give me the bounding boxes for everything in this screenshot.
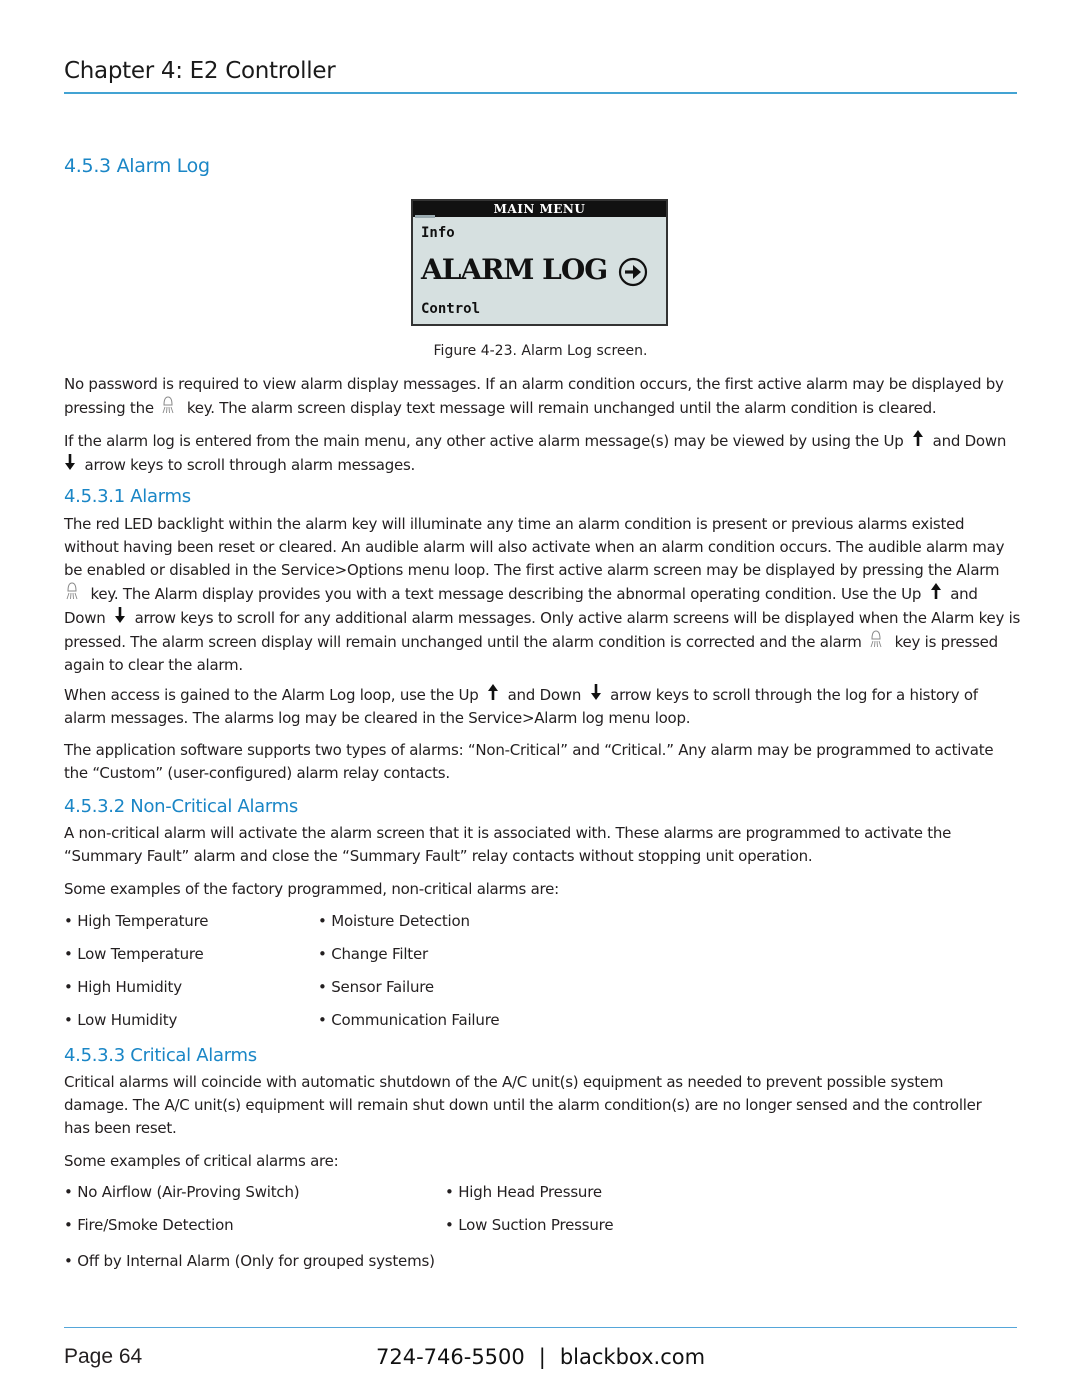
list-item: Sensor Failure <box>318 978 434 996</box>
subsection-title-critical-alarms: 4.5.3.3 Critical Alarms <box>64 1045 257 1066</box>
text-fragment: arrow keys to scroll through the log for… <box>610 686 978 704</box>
alarm-bell-icon <box>66 582 78 600</box>
text-line: Some examples of the factory programmed,… <box>64 880 559 898</box>
text-line: the “Custom” (user-configured) alarm rel… <box>64 764 450 782</box>
alarm-bell-icon <box>870 630 882 648</box>
lcd-scroll-tab <box>415 215 435 218</box>
list-item: Low Temperature <box>64 945 204 963</box>
lcd-menu-title: MAIN MENU <box>413 201 666 217</box>
text-fragment: If the alarm log is entered from the mai… <box>64 432 904 450</box>
phone-number: 724-746-5500 <box>376 1345 525 1369</box>
up-arrow-icon <box>930 583 941 599</box>
separator: | <box>538 1345 546 1369</box>
intro-paragraph-2: If the alarm log is entered from the mai… <box>64 429 1019 477</box>
list-item: Moisture Detection <box>318 912 470 930</box>
text-line: “Summary Fault” alarm and close the “Sum… <box>64 847 813 865</box>
text-line: damage. The A/C unit(s) equipment will r… <box>64 1096 982 1114</box>
lcd-menu-item-info: Info <box>421 225 455 241</box>
down-arrow-icon <box>590 684 601 700</box>
lcd-screen-figure: MAIN MENU Info ALARM LOG Control <box>411 199 668 326</box>
footer-rule <box>64 1327 1017 1328</box>
text-fragment: and Down <box>932 432 1007 450</box>
critical-paragraph-2: Some examples of critical alarms are: <box>64 1150 1019 1173</box>
intro-paragraph-1: No password is required to view alarm di… <box>64 373 1019 420</box>
text-fragment: Down <box>64 609 106 627</box>
list-item: Off by Internal Alarm (Only for grouped … <box>64 1252 435 1270</box>
text-fragment: key. The alarm screen display text messa… <box>186 399 937 417</box>
up-arrow-icon <box>913 430 924 446</box>
text-fragment: key. The Alarm display provides you with… <box>90 585 922 603</box>
text-line: A non-critical alarm will activate the a… <box>64 824 952 842</box>
subsection-title-alarms: 4.5.3.1 Alarms <box>64 486 191 507</box>
list-item: High Temperature <box>64 912 208 930</box>
text-line: without having been reset or cleared. An… <box>64 538 1005 556</box>
alarms-paragraph-3: The application software supports two ty… <box>64 739 1019 785</box>
chapter-title: Chapter 4: E2 Controller <box>64 58 336 84</box>
down-arrow-icon <box>65 454 75 470</box>
list-item: Change Filter <box>318 945 428 963</box>
text-fragment: key is pressed <box>894 633 999 651</box>
down-arrow-icon <box>115 607 126 623</box>
text-fragment: pressed. The alarm screen display will r… <box>64 633 862 651</box>
text-fragment: arrow keys to scroll through alarm messa… <box>84 456 416 474</box>
list-item: Communication Failure <box>318 1011 499 1029</box>
text-fragment: pressing the <box>64 399 154 417</box>
text-line: alarm messages. The alarms log may be cl… <box>64 709 691 727</box>
lcd-menu-item-alarm-log: ALARM LOG <box>421 253 608 286</box>
website-link[interactable]: blackbox.com <box>560 1345 705 1369</box>
figure-caption: Figure 4-23. Alarm Log screen. <box>433 343 648 359</box>
text-fragment: When access is gained to the Alarm Log l… <box>64 686 479 704</box>
list-item: No Airflow (Air-Proving Switch) <box>64 1183 299 1201</box>
manual-page: Chapter 4: E2 Controller 4.5.3 Alarm Log… <box>64 0 1021 1397</box>
text-line: No password is required to view alarm di… <box>64 375 1004 393</box>
text-fragment: and Down <box>507 686 582 704</box>
text-fragment: arrow keys to scroll for any additional … <box>134 609 1021 627</box>
list-item: Low Humidity <box>64 1011 177 1029</box>
alarms-paragraph-1: The red LED backlight within the alarm k… <box>64 513 1021 677</box>
circled-right-arrow-icon <box>618 257 648 287</box>
text-line: Some examples of critical alarms are: <box>64 1152 339 1170</box>
non-critical-paragraph-2: Some examples of the factory programmed,… <box>64 878 1019 901</box>
page-number: Page 64 <box>64 1345 143 1368</box>
alarms-paragraph-2: When access is gained to the Alarm Log l… <box>64 683 1019 730</box>
subsection-title-non-critical-alarms: 4.5.3.2 Non-Critical Alarms <box>64 796 298 817</box>
lcd-menu-item-control: Control <box>421 301 481 317</box>
text-line: The red LED backlight within the alarm k… <box>64 515 965 533</box>
section-title-alarm-log: 4.5.3 Alarm Log <box>64 155 210 177</box>
text-line: Critical alarms will coincide with autom… <box>64 1073 944 1091</box>
up-arrow-icon <box>488 684 499 700</box>
header-rule <box>64 92 1017 94</box>
text-line: The application software supports two ty… <box>64 741 994 759</box>
text-line: be enabled or disabled in the Service>Op… <box>64 561 1000 579</box>
text-fragment: and <box>950 585 978 603</box>
text-line: again to clear the alarm. <box>64 656 243 674</box>
list-item: High Head Pressure <box>445 1183 602 1201</box>
list-item: Fire/Smoke Detection <box>64 1216 233 1234</box>
non-critical-paragraph-1: A non-critical alarm will activate the a… <box>64 822 1019 868</box>
footer-contact: 724-746-5500 | blackbox.com <box>376 1345 705 1369</box>
text-line: has been reset. <box>64 1119 177 1137</box>
list-item: High Humidity <box>64 978 182 996</box>
critical-paragraph-1: Critical alarms will coincide with autom… <box>64 1071 1019 1140</box>
alarm-bell-icon <box>162 396 174 414</box>
list-item: Low Suction Pressure <box>445 1216 613 1234</box>
